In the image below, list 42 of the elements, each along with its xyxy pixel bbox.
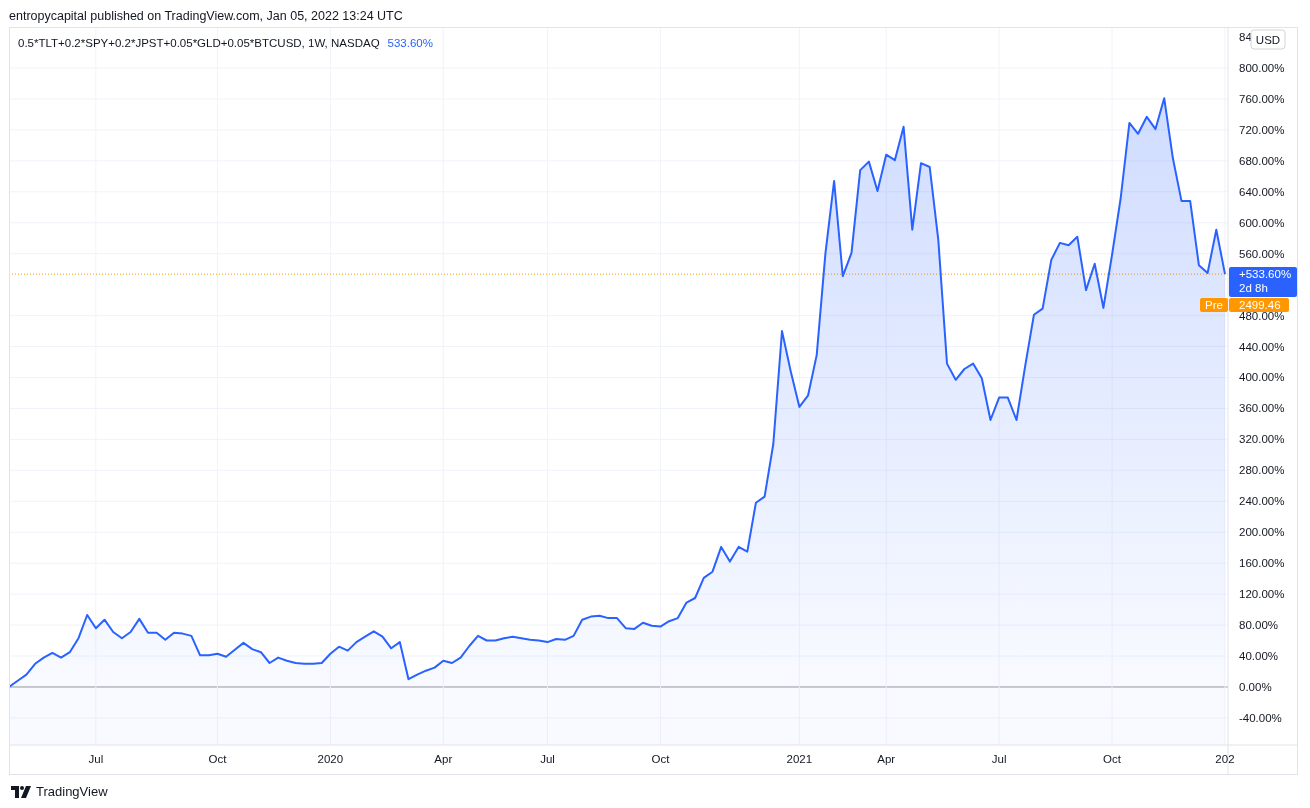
chart-legend: 0.5*TLT+0.2*SPY+0.2*JPST+0.05*GLD+0.05*BTCUSD, 1W, NASDAQ <box>18 37 380 49</box>
currency-badge[interactable]: USD <box>1250 29 1286 50</box>
axis-label: 720.00% <box>1239 123 1285 136</box>
axis-label: Jul <box>88 753 104 765</box>
logo-text: TradingView <box>36 784 108 799</box>
axis-label: 0.00% <box>1239 680 1272 693</box>
axis-label: 560.00% <box>1239 247 1285 260</box>
axis-label: 320.00% <box>1239 433 1285 446</box>
axis-label: 80.00% <box>1239 619 1278 632</box>
axis-label: 400.00% <box>1239 371 1285 384</box>
logo-icon <box>11 785 31 798</box>
axis-label: 160.00% <box>1239 557 1285 570</box>
axis-label: 280.00% <box>1239 464 1285 477</box>
axis-label: Apr <box>877 753 896 765</box>
axis-label: 240.00% <box>1239 495 1285 508</box>
axis-label: 360.00% <box>1239 402 1285 415</box>
axis-label: 84 <box>1239 31 1252 44</box>
axis-label: 120.00% <box>1239 588 1285 601</box>
axis-label: 202 <box>1215 753 1235 765</box>
publish-caption: entropycapital published on TradingView.com, Jan 05, 2022 13:24 UTC <box>9 8 403 23</box>
axis-label: 640.00% <box>1239 185 1285 198</box>
axis-label: -40.00% <box>1239 711 1282 724</box>
legend-value: 533.60% <box>387 37 433 49</box>
pre-market-tag: Pre <box>1200 298 1228 313</box>
axis-label: Jul <box>540 753 555 765</box>
axis-label: 200.00% <box>1239 526 1285 539</box>
axis-label: Apr <box>434 753 453 765</box>
axis-label: 600.00% <box>1239 216 1285 229</box>
axis-label: 760.00% <box>1239 92 1285 105</box>
axis-label: 2020 <box>317 753 344 765</box>
axis-label: 680.00% <box>1239 154 1285 167</box>
axis-label: Oct <box>208 753 227 765</box>
last-price-label: +533.60% 2d 8h <box>1229 267 1297 298</box>
axis-label: 2021 <box>786 753 813 765</box>
axis-label: Oct <box>651 753 670 765</box>
ref-line-label: +533.60% <box>1239 268 1292 281</box>
axis-label: 40.00% <box>1239 650 1278 662</box>
axis-label: Jul <box>991 753 1007 765</box>
pre-market-label: 2499.46 <box>1229 298 1289 313</box>
axis-label: 440.00% <box>1239 340 1285 353</box>
axis-label: 800.00% <box>1239 62 1285 74</box>
axis-label: Oct <box>1103 753 1121 765</box>
